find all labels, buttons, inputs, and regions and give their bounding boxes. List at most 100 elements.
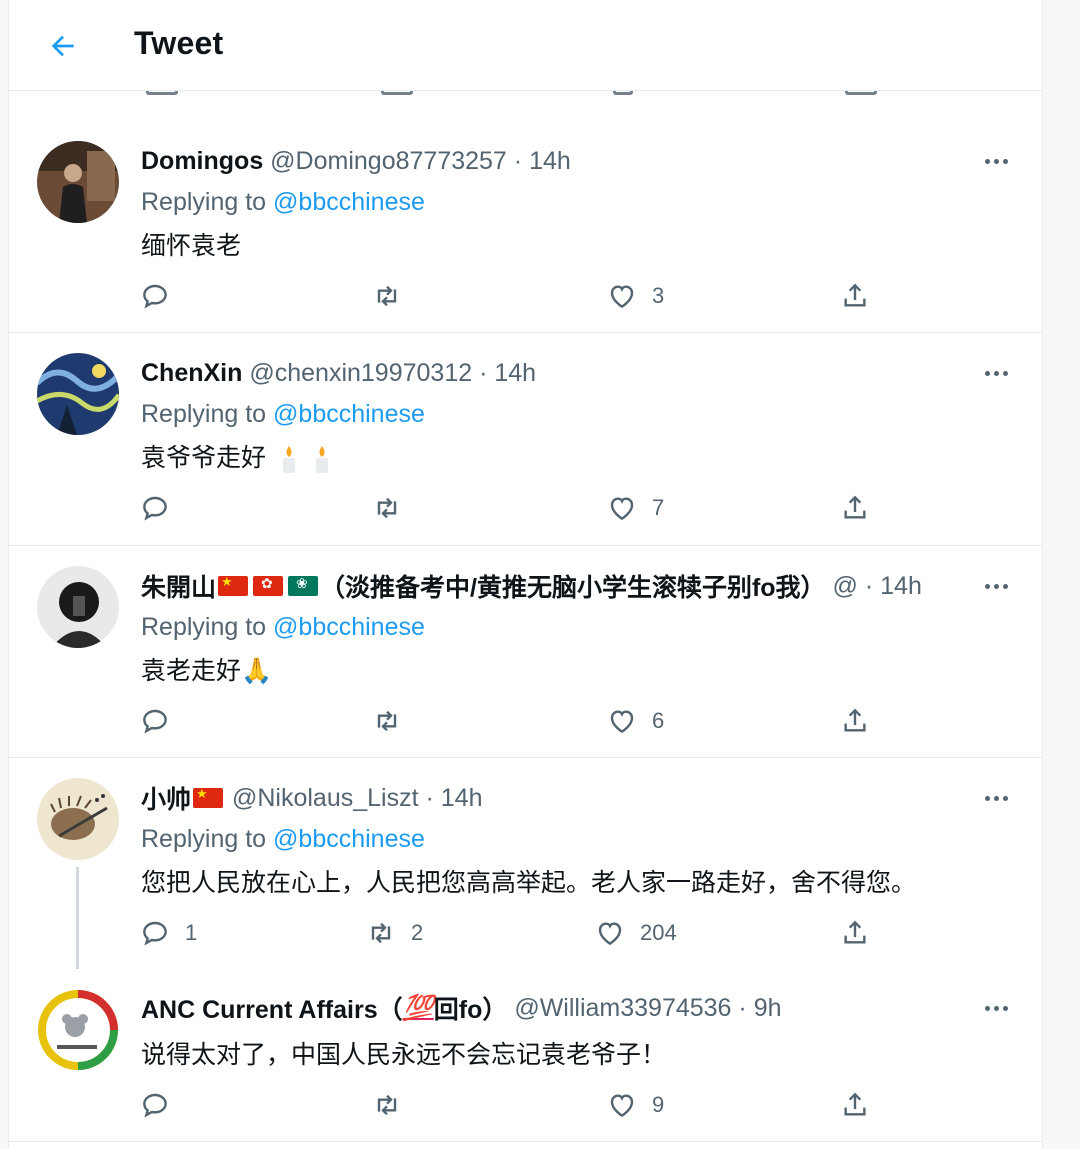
mention-link[interactable]: @bbcchinese [273,613,425,641]
avatar[interactable] [37,141,119,223]
retweet-icon [377,497,397,519]
avatar[interactable] [37,353,119,435]
action-bar: 7 [139,488,899,528]
reply-button[interactable] [139,701,185,741]
share-button[interactable] [839,1085,871,1125]
user-name[interactable]: ANC Current Affairs（ [141,993,403,1023]
avatar[interactable] [37,778,119,860]
reply-icon [143,1093,167,1118]
timestamp[interactable]: 14h [529,147,571,176]
share-button[interactable] [839,488,871,528]
retweet-icon [377,1094,397,1116]
timestamp[interactable]: 14h [494,359,536,388]
user-handle[interactable]: @Domingo87773257 [270,147,507,176]
heart-icon [610,497,634,521]
heart-icon [610,285,634,309]
reply-count: 1 [185,920,198,945]
reply-icon [143,709,167,734]
user-name-suffix[interactable]: 回fo） [434,993,508,1023]
mention-link[interactable]: @bbcchinese [273,825,425,853]
user-handle[interactable]: @William33974536 [514,994,731,1023]
more-options-icon[interactable] [976,358,1016,388]
more-options-icon[interactable] [976,146,1016,176]
reply-button[interactable] [139,1085,185,1125]
reply-button[interactable]: 1 [139,913,197,953]
user-name[interactable]: ChenXin [141,359,242,388]
user-handle[interactable]: @ [833,572,858,601]
more-options-icon[interactable] [976,783,1016,813]
mention-link[interactable]: @bbcchinese [273,188,425,216]
candle-icon [315,446,328,474]
like-button[interactable]: 6 [606,701,664,741]
user-name-suffix[interactable]: （淡推备考中/黄推无脑小学生滚犊子别fo我） [320,571,826,601]
replying-to: Replying to @bbcchinese [141,400,425,429]
retweet-button[interactable] [371,701,417,741]
timestamp[interactable]: 9h [754,994,782,1023]
like-count: 7 [652,495,665,520]
tweet-text: 缅怀袁老 [141,232,242,260]
tweet-header: ANC Current Affairs（ 💯 回fo） @William339745… [141,993,932,1024]
reply-icon [143,284,167,309]
timestamp[interactable]: 14h [880,572,922,601]
back-arrow-icon[interactable] [43,26,83,66]
more-options-icon[interactable] [976,993,1016,1023]
tweet-item[interactable]: Domingos @Domingo87773257 · 14h Replying… [9,122,1042,333]
replying-to: Replying to @bbcchinese [141,188,425,217]
more-options-icon[interactable] [976,571,1016,601]
mention-link[interactable]: @bbcchinese [273,400,425,428]
tweet-item[interactable]: 朱開山 （淡推备考中/黄推无脑小学生滚犊子别fo我） @ · 14h Reply… [9,547,1042,758]
tweet-header: Domingos @Domingo87773257 · 14h [141,146,932,176]
share-button[interactable] [839,701,871,741]
like-count: 6 [652,708,665,733]
like-count: 3 [652,283,665,308]
replying-prefix: Replying to [141,613,267,641]
separator-dot: · [738,993,747,1022]
separator-dot: · [864,571,874,600]
action-bar: 6 [139,701,899,741]
separator-dot: · [425,783,434,812]
flag-emojis [218,574,319,596]
reply-button[interactable] [139,488,185,528]
action-bar: 3 [139,276,899,316]
user-name[interactable]: 小帅 [141,783,191,813]
tweet-header: 朱開山 （淡推备考中/黄推无脑小学生滚犊子别fo我） @ · 14h [141,571,932,602]
replying-prefix: Replying to [141,825,267,853]
like-button[interactable]: 7 [606,488,664,528]
tweet-column: Tweet Domingos @Domingo87773257 · 14h Re… [8,0,1043,1149]
tweet-item[interactable]: 小帅 @Nikolaus_Liszt · 14h Replying to @bb… [9,759,1042,977]
retweet-icon [377,285,397,307]
tweet-text: 说得太对了，中国人民永远不会忘记袁老爷子！ [141,1041,667,1069]
action-bar: 9 [139,1085,899,1125]
retweet-button[interactable] [371,488,417,528]
like-count: 204 [640,920,677,945]
timestamp[interactable]: 14h [441,784,483,813]
replying-prefix: Replying to [141,400,267,428]
like-count: 9 [652,1092,665,1117]
reply-button[interactable] [139,276,185,316]
heart-icon [610,710,634,734]
like-button[interactable]: 9 [606,1085,664,1125]
tweet-header: 小帅 @Nikolaus_Liszt · 14h [141,783,932,814]
share-icon [844,1092,866,1116]
share-button[interactable] [839,276,871,316]
user-name[interactable]: Domingos [141,147,263,176]
tweet-item[interactable]: ChenXin @chenxin19970312 · 14h Replying … [9,334,1042,546]
retweet-button[interactable] [371,276,417,316]
share-button[interactable] [839,913,871,953]
retweet-button[interactable] [371,1085,417,1125]
reply-icon [143,921,167,946]
like-button[interactable]: 204 [594,913,677,953]
user-name[interactable]: 朱開山 [141,571,216,601]
like-button[interactable]: 3 [606,276,664,316]
avatar[interactable] [37,566,119,648]
action-bar: 1 2 204 [139,913,899,953]
user-handle[interactable]: @chenxin19970312 [249,359,472,388]
share-icon [844,283,866,307]
page-title: Tweet [134,25,224,61]
retweet-button[interactable]: 2 [365,913,423,953]
avatar[interactable] [37,989,119,1071]
tweet-item[interactable]: ANC Current Affairs（ 💯 回fo） @William339745… [9,969,1042,1142]
tweet-text-row: 袁爷爷走好 [141,438,332,474]
user-handle[interactable]: @Nikolaus_Liszt [232,784,419,813]
candle-icon [282,446,295,474]
